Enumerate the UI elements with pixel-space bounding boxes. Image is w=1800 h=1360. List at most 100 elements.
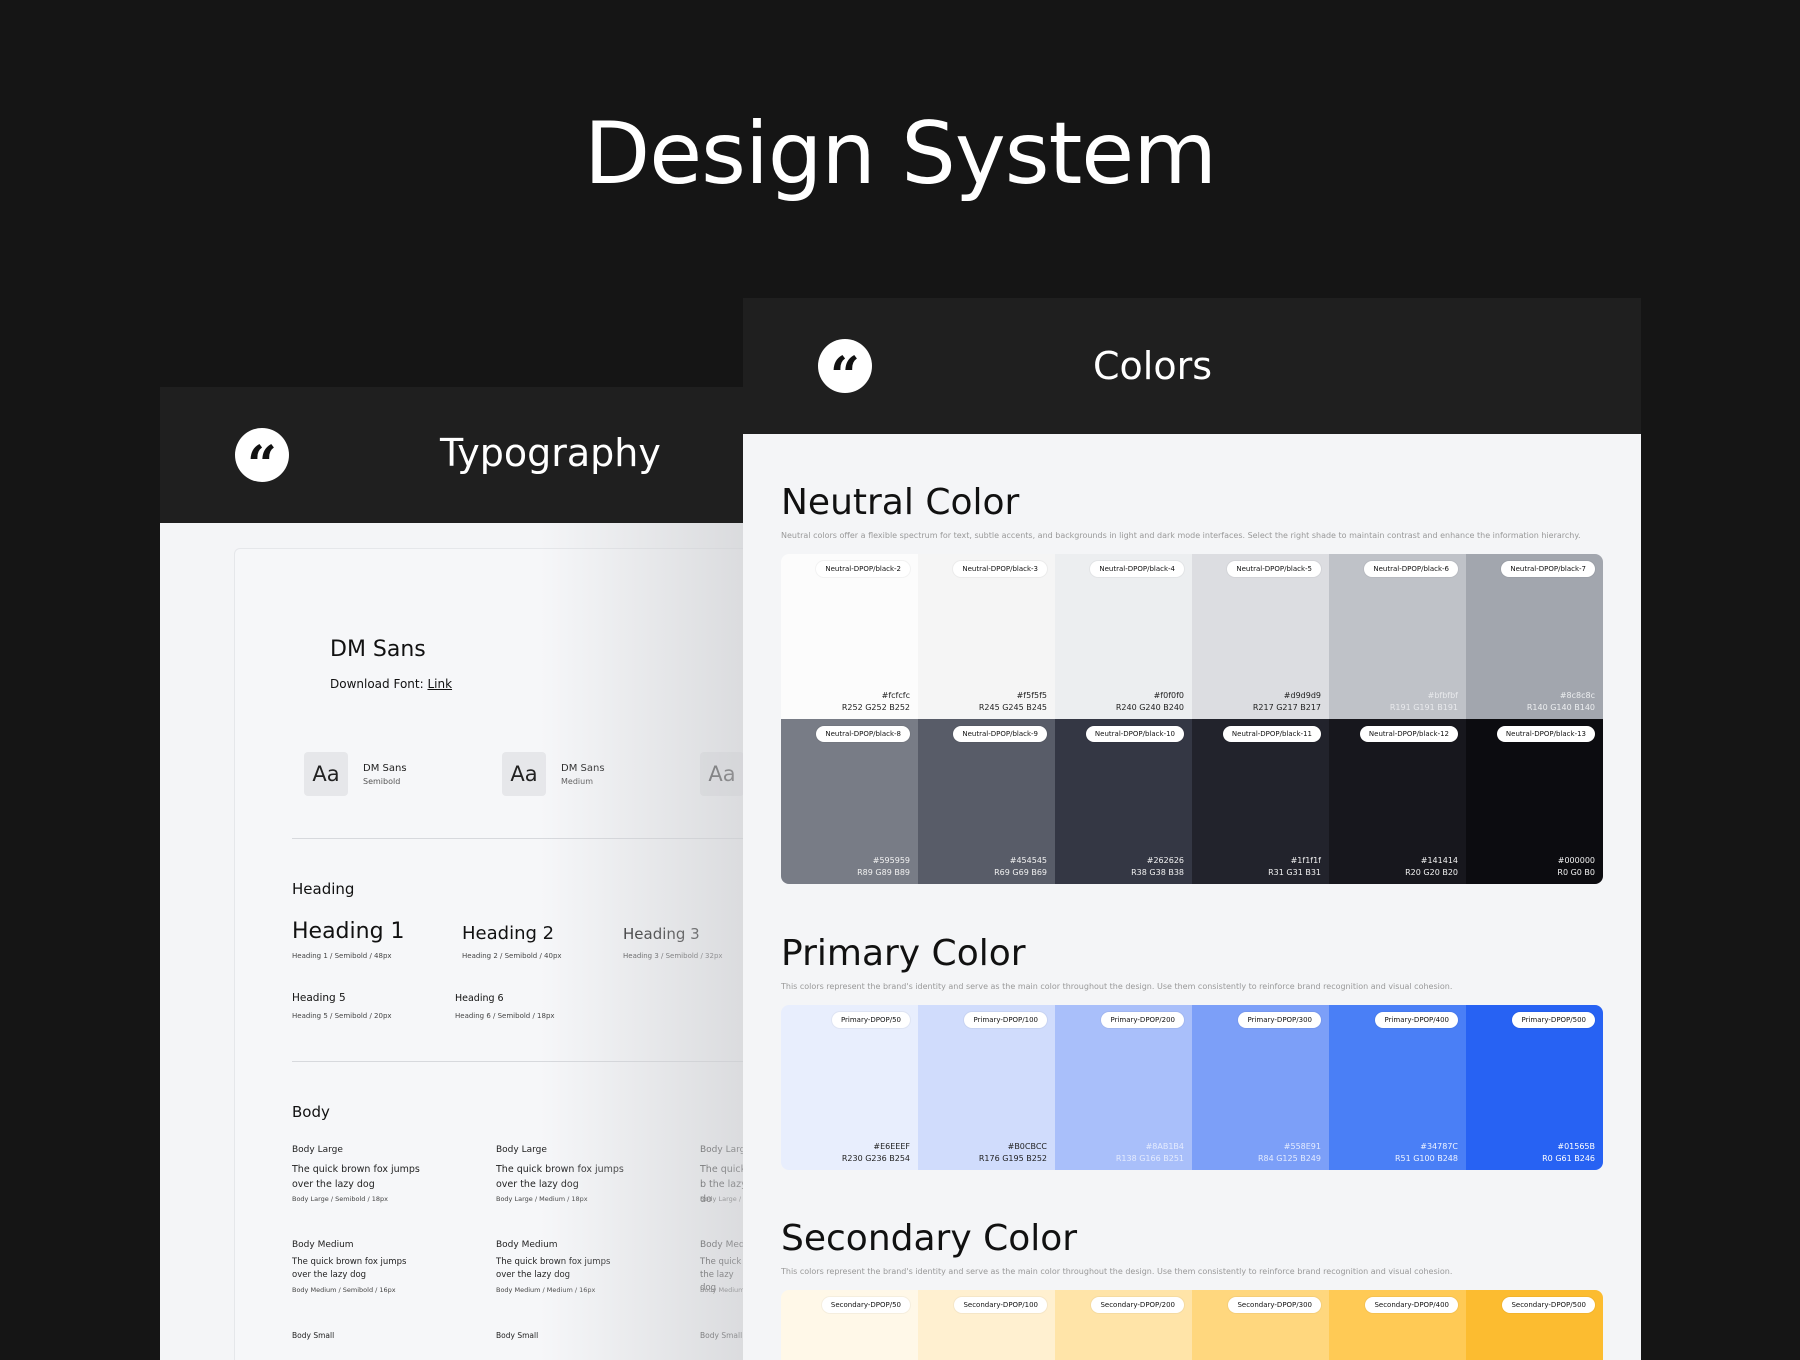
download-link[interactable]: Link	[427, 677, 452, 691]
neutral-swatch-row: Neutral-DPOP/black-8 #595959 R89 G89 B89 Ne…	[781, 719, 1603, 884]
color-swatch: Neutral-DPOP/black-9 #454545 R69 G69 B69	[918, 719, 1055, 884]
font-sample-weight: Semibold	[363, 777, 401, 786]
swatch-hex-value: #8c8c8c	[1559, 691, 1595, 700]
neutral-color-title: Neutral Color	[781, 482, 1020, 523]
heading-3-sample: Heading 3	[623, 925, 700, 943]
swatch-name-pill: Secondary-DPOP/100	[954, 1297, 1047, 1313]
typography-panel: DM Sans Download Font: Link Aa DM Sans S…	[234, 548, 800, 1360]
heading-1-note: Heading 1 / Semibold / 48px	[292, 952, 392, 960]
font-sample-label: DM Sans Semibold	[363, 763, 407, 786]
color-swatch: Primary-DPOP/500 #01565B R0 G61 B246	[1466, 1005, 1603, 1170]
swatch-name-pill: Primary-DPOP/500	[1512, 1012, 1595, 1028]
font-sample-aa: Aa	[502, 752, 546, 796]
primary-color-title: Primary Color	[781, 933, 1026, 974]
body-medium-note: Body Medium / Semibold / 16px	[292, 1286, 396, 1294]
swatch-hex-value: #f0f0f0	[1153, 691, 1184, 700]
swatch-rgb-value: R217 G217 B217	[1252, 703, 1321, 712]
quote-logo-icon: “	[818, 339, 872, 404]
heading-5-note: Heading 5 / Semibold / 20px	[292, 1012, 392, 1020]
swatch-rgb-value: R31 G31 B31	[1268, 868, 1321, 877]
color-swatch: Neutral-DPOP/black-4 #f0f0f0 R240 G240 B24…	[1055, 554, 1192, 719]
swatch-name-pill: Neutral-DPOP/black-6	[1364, 561, 1458, 577]
body-large-note: Body Large / Medium / 18px	[496, 1195, 588, 1203]
font-sample-name: DM Sans	[561, 763, 605, 774]
color-swatch: Primary-DPOP/300 #558E91 R84 G125 B249	[1192, 1005, 1329, 1170]
download-label: Download Font:	[330, 677, 424, 691]
swatch-name-pill: Primary-DPOP/200	[1101, 1012, 1184, 1028]
download-font: Download Font: Link	[330, 677, 452, 691]
body-large-note: Body Large / Semibold / 18px	[292, 1195, 388, 1203]
typography-card: “ Typography DM Sans Download Font: Link…	[160, 387, 800, 1360]
swatch-hex-value: #558E91	[1283, 1142, 1321, 1151]
body-medium-text: The quick brown fox jumps over the lazy …	[496, 1257, 611, 1280]
swatch-hex-value: #B0CBCC	[1007, 1142, 1047, 1151]
swatch-hex-value: #595959	[872, 856, 910, 865]
font-sample-label: DM Sans Medium	[561, 763, 605, 786]
swatch-hex-value: #8AB1B4	[1145, 1142, 1184, 1151]
swatch-hex-value: #01565B	[1557, 1142, 1595, 1151]
swatch-rgb-value: R245 G245 B245	[978, 703, 1047, 712]
swatch-hex-value: #262626	[1146, 856, 1184, 865]
body-medium-title: Body Medium	[496, 1240, 558, 1250]
font-name: DM Sans	[330, 637, 426, 662]
swatch-name-pill: Neutral-DPOP/black-7	[1501, 561, 1595, 577]
swatch-hex-value: #1f1f1f	[1290, 856, 1321, 865]
colors-title: Colors	[1093, 344, 1213, 388]
neutral-color-description: Neutral colors offer a flexible spectrum…	[781, 531, 1581, 540]
heading-section-label: Heading	[292, 880, 355, 898]
body-large-text: The quick brown fox jumps over the lazy …	[496, 1164, 624, 1190]
color-swatch: Secondary-DPOP/500	[1466, 1290, 1603, 1360]
secondary-color-description: This colors represent the brand's identi…	[781, 1267, 1453, 1276]
body-small-title: Body Small	[700, 1331, 743, 1340]
body-section-label: Body	[292, 1103, 330, 1121]
swatch-name-pill: Neutral-DPOP/black-3	[953, 561, 1047, 577]
font-sample-name: DM Sans	[363, 763, 407, 774]
color-swatch: Neutral-DPOP/black-11 #1f1f1f R31 G31 B31	[1192, 719, 1329, 884]
color-swatch: Neutral-DPOP/black-10 #262626 R38 G38 B38	[1055, 719, 1192, 884]
font-sample-weight: Medium	[561, 777, 593, 786]
heading-1-sample: Heading 1	[292, 919, 405, 944]
color-swatch: Primary-DPOP/100 #B0CBCC R176 G195 B252	[918, 1005, 1055, 1170]
heading-3-note: Heading 3 / Semibold / 32px	[623, 952, 723, 960]
typography-header: “ Typography	[160, 387, 800, 523]
color-swatch: Secondary-DPOP/400	[1329, 1290, 1466, 1360]
color-swatch: Neutral-DPOP/black-7 #8c8c8c R140 G140 B14…	[1466, 554, 1603, 719]
swatch-hex-value: #fcfcfc	[881, 691, 910, 700]
swatch-name-pill: Primary-DPOP/400	[1375, 1012, 1458, 1028]
heading-6-sample: Heading 6	[455, 993, 504, 1004]
primary-swatch-row: Primary-DPOP/50 #E6EEEF R230 G236 B254 Prim…	[781, 1005, 1603, 1170]
divider	[292, 1061, 800, 1062]
body-medium-note: Body Medium	[700, 1286, 745, 1294]
neutral-swatch-row: Neutral-DPOP/black-2 #fcfcfc R252 G252 B25…	[781, 554, 1603, 719]
color-swatch: Primary-DPOP/200 #8AB1B4 R138 G166 B251	[1055, 1005, 1192, 1170]
swatch-name-pill: Neutral-DPOP/black-5	[1227, 561, 1321, 577]
swatch-hex-value: #f5f5f5	[1016, 691, 1047, 700]
swatch-rgb-value: R69 G69 B69	[994, 868, 1047, 877]
secondary-swatch-row: Secondary-DPOP/50 Secondary-DPOP/100 Secon…	[781, 1290, 1603, 1360]
color-swatch: Neutral-DPOP/black-3 #f5f5f5 R245 G245 B24…	[918, 554, 1055, 719]
swatch-rgb-value: R230 G236 B254	[841, 1154, 910, 1163]
swatch-rgb-value: R0 G61 B246	[1542, 1154, 1595, 1163]
swatch-rgb-value: R0 G0 B0	[1557, 868, 1595, 877]
swatch-rgb-value: R89 G89 B89	[857, 868, 910, 877]
quote-logo-icon: “	[235, 428, 289, 493]
swatch-name-pill: Neutral-DPOP/black-9	[953, 726, 1047, 742]
body-medium-title: Body Medium	[292, 1240, 354, 1250]
swatch-hex-value: #454545	[1009, 856, 1047, 865]
font-sample-aa: Aa	[304, 752, 348, 796]
secondary-color-title: Secondary Color	[781, 1218, 1078, 1259]
color-swatch: Neutral-DPOP/black-5 #d9d9d9 R217 G217 B21…	[1192, 554, 1329, 719]
swatch-hex-value: #141414	[1420, 856, 1458, 865]
swatch-name-pill: Neutral-DPOP/black-12	[1359, 726, 1458, 742]
swatch-name-pill: Neutral-DPOP/black-8	[816, 726, 910, 742]
heading-5-sample: Heading 5	[292, 992, 346, 1004]
swatch-name-pill: Neutral-DPOP/black-2	[816, 561, 910, 577]
swatch-rgb-value: R191 G191 B191	[1389, 703, 1458, 712]
swatch-name-pill: Secondary-DPOP/200	[1091, 1297, 1184, 1313]
body-large-note: Body Large /	[700, 1195, 742, 1203]
swatch-name-pill: Primary-DPOP/50	[831, 1012, 910, 1028]
swatch-rgb-value: R138 G166 B251	[1115, 1154, 1184, 1163]
body-medium-text: The quick brown fox jumps over the lazy …	[292, 1257, 407, 1280]
color-swatch: Secondary-DPOP/100	[918, 1290, 1055, 1360]
color-swatch: Secondary-DPOP/200	[1055, 1290, 1192, 1360]
